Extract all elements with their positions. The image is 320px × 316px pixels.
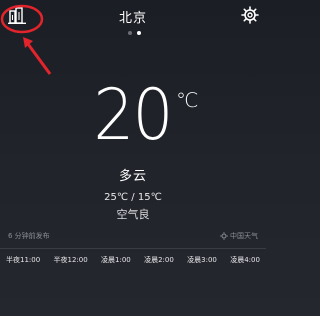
page-dot-1[interactable] (128, 31, 132, 35)
temperature-range: 25℃ / 15℃ (104, 192, 162, 203)
published-time: 6 分钟前发布 (8, 232, 50, 240)
page-indicator[interactable] (128, 31, 141, 35)
settings-gear-icon (241, 6, 259, 24)
current-temperature: 20 (0, 80, 266, 150)
hour-label: 凌晨3:00 (187, 255, 217, 264)
provider-name: 中国天气 (230, 232, 258, 240)
annotation-arrow-shaft (26, 43, 52, 75)
weather-condition: 多云 (118, 169, 147, 184)
air-quality[interactable]: 空气良 (0, 206, 266, 222)
hourly-forecast[interactable]: 半夜11:00 半夜12:00 凌晨1:00 凌晨2:00 凌晨3:00 凌晨4… (0, 248, 266, 270)
hour-label: 凌晨2:00 (144, 255, 174, 264)
provider-logo-icon (220, 232, 228, 240)
hour-label: 半夜12:00 (53, 255, 88, 264)
settings-button[interactable] (241, 6, 259, 24)
city-title[interactable]: 北京 (0, 7, 266, 26)
hour-label: 凌晨4:00 (230, 255, 260, 264)
temperature-unit: ℃ (176, 88, 199, 112)
temperature-value: 20 (93, 74, 174, 156)
hour-label: 半夜11:00 (6, 255, 41, 264)
page-dot-2[interactable] (137, 31, 141, 35)
hour-label: 凌晨1:00 (101, 255, 131, 264)
provider-label: 中国天气 (220, 231, 258, 241)
